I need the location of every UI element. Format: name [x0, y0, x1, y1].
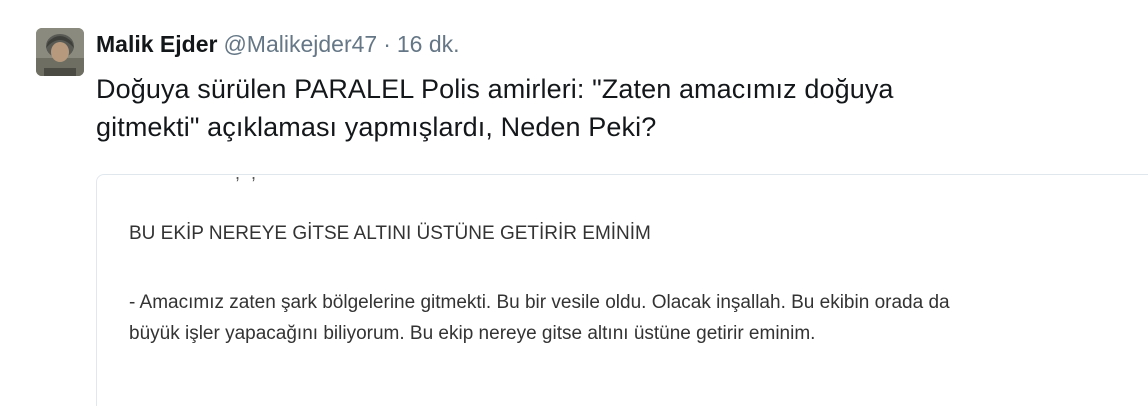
card-cut-text: - - , ,: [201, 175, 259, 184]
avatar[interactable]: [36, 28, 84, 76]
quoted-card[interactable]: - - , , BU EKİP NEREYE GİTSE ALTINI ÜSTÜ…: [96, 174, 1148, 406]
card-body-line: büyük işler yapacağını biliyorum. Bu eki…: [129, 323, 816, 344]
tweet: Malik Ejder @Malikejder47 · 16 dk. Doğuya s…: [0, 0, 1148, 406]
separator-dot: ·: [383, 31, 391, 57]
user-avatar-icon: [36, 28, 84, 76]
tweet-text-line: gitmekti" açıklaması yapmışlardı, Neden …: [96, 112, 657, 142]
tweet-text: Doğuya sürülen PARALEL Polis amirleri: "…: [96, 70, 1096, 146]
card-title: BU EKİP NEREYE GİTSE ALTINI ÜSTÜNE GETİR…: [129, 223, 651, 244]
author-name[interactable]: Malik Ejder: [96, 31, 217, 57]
tweet-header: Malik Ejder @Malikejder47 · 16 dk.: [96, 29, 460, 59]
tweet-timestamp[interactable]: 16 dk.: [397, 31, 460, 57]
card-body: - Amacımız zaten şark bölgelerine gitmek…: [129, 287, 1129, 349]
tweet-text-line: Doğuya sürülen PARALEL Polis amirleri: "…: [96, 74, 894, 104]
card-body-line: - Amacımız zaten şark bölgelerine gitmek…: [129, 292, 950, 313]
author-handle[interactable]: @Malikejder47: [223, 31, 377, 57]
